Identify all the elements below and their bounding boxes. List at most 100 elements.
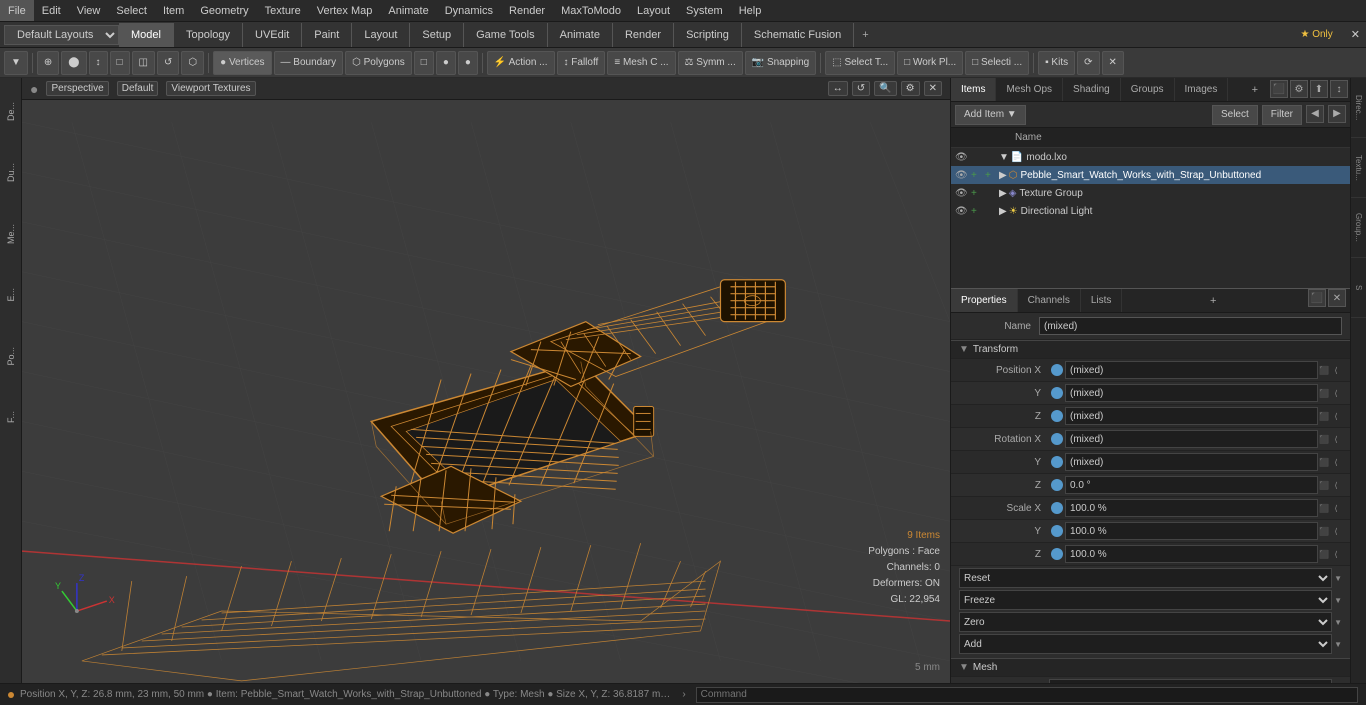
default-button[interactable]: Default xyxy=(117,81,159,96)
tool-circle[interactable]: ⬤ xyxy=(61,51,86,75)
prop-tab-properties[interactable]: Properties xyxy=(951,289,1018,312)
menu-select[interactable]: Select xyxy=(108,0,155,21)
panel-tabs-plus[interactable]: + xyxy=(1246,78,1264,101)
layout-tab-setup[interactable]: Setup xyxy=(410,23,464,47)
layout-plus-button[interactable]: + xyxy=(854,27,876,43)
prop-tab-lists[interactable]: Lists xyxy=(1081,289,1123,312)
prop-tab-plus[interactable]: + xyxy=(1204,289,1222,312)
position-z-dot[interactable] xyxy=(1051,410,1063,422)
panel-tab-images[interactable]: Images xyxy=(1175,78,1229,101)
add-item-button[interactable]: Add Item ▼ xyxy=(955,105,1026,125)
menu-view[interactable]: View xyxy=(69,0,109,21)
rotation-z-dot[interactable] xyxy=(1051,479,1063,491)
scale-y-reset[interactable]: ⬛ xyxy=(1318,525,1330,537)
tool-hex[interactable]: ⬡ xyxy=(181,51,204,75)
scale-y-dot[interactable] xyxy=(1051,525,1063,537)
tool-center[interactable]: ⊕ xyxy=(37,51,59,75)
layout-close-button[interactable]: ✕ xyxy=(1345,26,1366,43)
command-input[interactable] xyxy=(696,687,1358,703)
layout-tab-topology[interactable]: Topology xyxy=(174,23,243,47)
layout-tab-uvedit[interactable]: UVEdit xyxy=(243,23,302,47)
position-x-reset[interactable]: ⬛ xyxy=(1318,364,1330,376)
item-plus-pebble[interactable]: + xyxy=(971,170,985,181)
layout-tab-render[interactable]: Render xyxy=(613,23,674,47)
scale-x-reset[interactable]: ⬛ xyxy=(1318,502,1330,514)
scale-z-dot[interactable] xyxy=(1051,548,1063,560)
layout-tab-schematic-fusion[interactable]: Schematic Fusion xyxy=(742,23,854,47)
layout-tab-game-tools[interactable]: Game Tools xyxy=(464,23,548,47)
panel-tab-groups[interactable]: Groups xyxy=(1121,78,1175,101)
position-z-anim[interactable]: ⟨ xyxy=(1330,410,1342,422)
close-tool-button[interactable]: ✕ xyxy=(1102,51,1124,75)
rotation-y-dot[interactable] xyxy=(1051,456,1063,468)
polygons-button[interactable]: ⬡ Polygons xyxy=(345,51,412,75)
item-plus-light[interactable]: + xyxy=(971,206,985,217)
render-dropdown[interactable]: Default xyxy=(1049,679,1332,683)
refresh-button[interactable]: ⟳ xyxy=(1077,51,1099,75)
strip-tab-group[interactable]: Group... xyxy=(1351,198,1366,258)
rotation-z-anim[interactable]: ⟨ xyxy=(1330,479,1342,491)
menu-animate[interactable]: Animate xyxy=(380,0,436,21)
menu-dynamics[interactable]: Dynamics xyxy=(437,0,501,21)
sidebar-tab-de[interactable]: De... xyxy=(2,82,20,142)
prop-icon-expand[interactable]: ⬛ xyxy=(1308,289,1326,307)
position-y-field[interactable]: (mixed) xyxy=(1065,384,1318,402)
strip-tab-direc[interactable]: Direc... xyxy=(1351,78,1366,138)
menu-edit[interactable]: Edit xyxy=(34,0,69,21)
strip-tab-textu[interactable]: Textu... xyxy=(1351,138,1366,198)
vp-icon-rotate[interactable]: ↺ xyxy=(852,81,870,96)
viewport-canvas[interactable]: X Y Z 9 Items Polygons : Face Channels: … xyxy=(22,100,950,683)
panel-tab-mesh-ops[interactable]: Mesh Ops xyxy=(996,78,1063,101)
reset-dropdown[interactable]: Reset xyxy=(959,568,1332,588)
transform-section-header[interactable]: ▼ Transform xyxy=(951,340,1350,359)
position-z-field[interactable]: (mixed) xyxy=(1065,407,1318,425)
position-x-field[interactable]: (mixed) xyxy=(1065,361,1318,379)
sidebar-tab-me[interactable]: Me... xyxy=(2,204,20,264)
item-eye-texture[interactable]: 👁 xyxy=(955,188,971,199)
panel-icon-1[interactable]: ⬛ xyxy=(1270,80,1288,98)
viewport[interactable]: ● Perspective Default Viewport Textures … xyxy=(22,78,950,683)
snapping-button[interactable]: 📷 Snapping xyxy=(745,51,817,75)
panel-icon-2[interactable]: ⚙ xyxy=(1290,80,1308,98)
rotation-x-dot[interactable] xyxy=(1051,433,1063,445)
vertices-button[interactable]: ● Vertices xyxy=(213,51,271,75)
boundary-button[interactable]: — Boundary xyxy=(274,51,344,75)
menu-geometry[interactable]: Geometry xyxy=(192,0,256,21)
tool-dot2[interactable]: ● xyxy=(458,51,478,75)
name-input[interactable] xyxy=(1039,317,1342,335)
select-tool-button[interactable]: ⬚ Select T... xyxy=(825,51,895,75)
position-y-anim[interactable]: ⟨ xyxy=(1330,387,1342,399)
layout-dropdown[interactable]: Default Layouts xyxy=(4,25,119,45)
menu-vertex-map[interactable]: Vertex Map xyxy=(309,0,381,21)
panel-tab-items[interactable]: Items xyxy=(951,78,996,101)
work-plane-button[interactable]: □ Work Pl... xyxy=(897,51,963,75)
rotation-z-field[interactable]: 0.0 ° xyxy=(1065,476,1318,494)
menu-system[interactable]: System xyxy=(678,0,731,21)
sidebar-tab-du[interactable]: Du... xyxy=(2,143,20,203)
item-row-texture-group[interactable]: 👁 + ▶ ◈ Texture Group xyxy=(951,184,1350,202)
rotation-x-reset[interactable]: ⬛ xyxy=(1318,433,1330,445)
menu-layout[interactable]: Layout xyxy=(629,0,678,21)
menu-maxtomodo[interactable]: MaxToModo xyxy=(553,0,629,21)
symmetry-button[interactable]: ⚖ Symm ... xyxy=(678,51,743,75)
sidebar-tab-po[interactable]: Po... xyxy=(2,326,20,386)
sidebar-tab-e[interactable]: E... xyxy=(2,265,20,325)
position-y-reset[interactable]: ⬛ xyxy=(1318,387,1330,399)
tool-move[interactable]: ↕ xyxy=(89,51,108,75)
action-button[interactable]: ⚡ Action ... xyxy=(487,51,555,75)
panel-arrow-right[interactable]: ▶ xyxy=(1328,105,1346,123)
rotation-x-anim[interactable]: ⟨ xyxy=(1330,433,1342,445)
command-arrow[interactable]: › xyxy=(678,689,689,700)
item-row-pebble[interactable]: 👁 + + ▶ ⬡ Pebble_Smart_Watch_Works_with_… xyxy=(951,166,1350,184)
item-row-light[interactable]: 👁 + ▶ ☀ Directional Light xyxy=(951,202,1350,220)
tool-dot1[interactable]: ● xyxy=(436,51,456,75)
position-x-dot[interactable] xyxy=(1051,364,1063,376)
vp-icon-close[interactable]: ✕ xyxy=(924,81,942,96)
select-button[interactable]: Select xyxy=(1212,105,1258,125)
scale-z-reset[interactable]: ⬛ xyxy=(1318,548,1330,560)
item-row-modo-lxo[interactable]: 👁 ▼ 📄 modo.lxo xyxy=(951,148,1350,166)
tool-box1[interactable]: □ xyxy=(110,51,130,75)
menu-file[interactable]: File xyxy=(0,0,34,21)
menu-item[interactable]: Item xyxy=(155,0,192,21)
panel-tab-shading[interactable]: Shading xyxy=(1063,78,1121,101)
